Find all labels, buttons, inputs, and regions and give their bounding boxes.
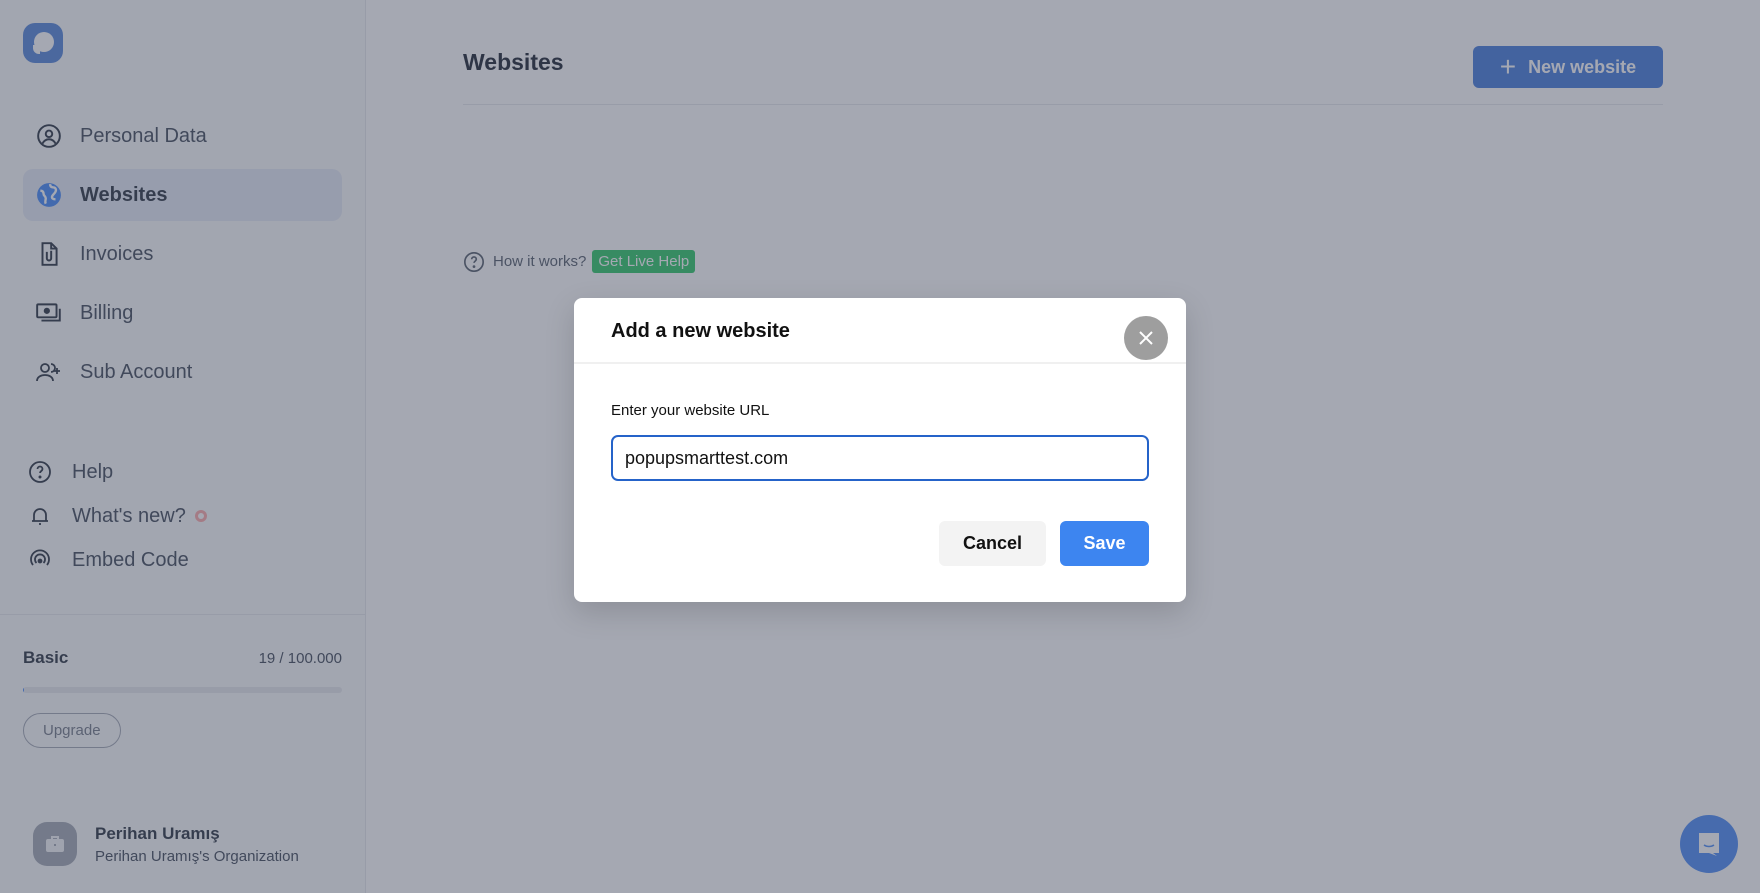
website-url-input[interactable] bbox=[611, 435, 1149, 481]
add-website-modal: Add a new website Enter your website URL… bbox=[574, 298, 1186, 602]
url-field-label: Enter your website URL bbox=[611, 402, 770, 419]
modal-title: Add a new website bbox=[611, 320, 790, 342]
modal-header: Add a new website bbox=[574, 298, 1186, 364]
cancel-button[interactable]: Cancel bbox=[939, 521, 1046, 566]
save-button[interactable]: Save bbox=[1060, 521, 1149, 566]
close-button[interactable] bbox=[1124, 316, 1168, 360]
close-icon bbox=[1139, 331, 1153, 345]
